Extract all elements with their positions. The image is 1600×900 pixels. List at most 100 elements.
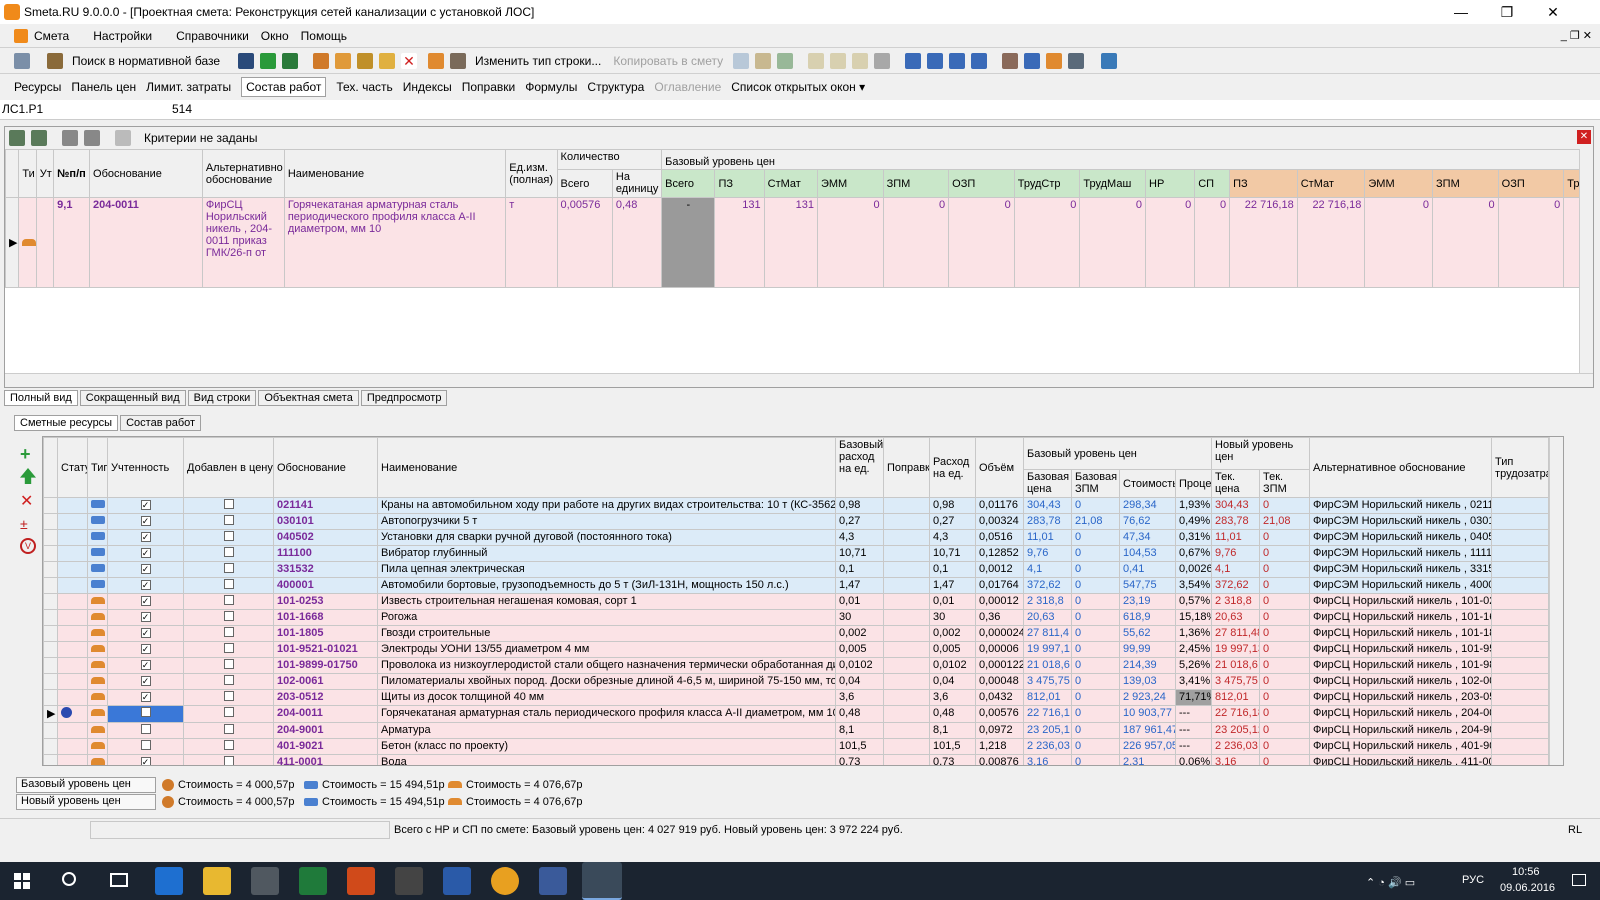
smeta-icon[interactable] xyxy=(582,862,622,900)
col-base-trudmash[interactable]: ТрудМаш xyxy=(1079,169,1146,198)
pc-icon[interactable] xyxy=(830,52,847,69)
tab-estimate-resources[interactable]: Сметные ресурсы xyxy=(14,415,119,431)
nc-icon[interactable] xyxy=(808,52,825,69)
col-res-name[interactable]: Наименование xyxy=(377,437,836,498)
col-base-zpm[interactable]: ЗПМ xyxy=(882,169,950,198)
hammer-icon[interactable] xyxy=(1002,52,1019,69)
accounted-cell[interactable]: ✓ xyxy=(107,593,184,610)
added-cell[interactable] xyxy=(183,561,274,578)
vertical-scrollbar[interactable] xyxy=(1579,149,1593,373)
plus-minus-icon[interactable]: ± xyxy=(20,516,36,532)
accounted-cell[interactable]: ✓ xyxy=(107,529,184,546)
accounted-cell[interactable]: ✓ xyxy=(107,497,184,514)
accounted-checkbox[interactable]: ✓ xyxy=(140,596,151,606)
tab-indices[interactable]: Индексы xyxy=(403,80,452,94)
accounted-checkbox[interactable]: ✓ xyxy=(140,692,151,702)
col-type[interactable]: Ти xyxy=(18,149,37,198)
tab-short-view[interactable]: Сокращенный вид xyxy=(79,390,186,406)
added-cell[interactable] xyxy=(183,609,274,626)
tab-object-estimate[interactable]: Объектная смета xyxy=(258,390,359,406)
col-res-type[interactable]: Тип xyxy=(87,437,108,498)
col-status[interactable]: Статус xyxy=(57,437,88,498)
col-cur-zpm[interactable]: Тек. ЗПМ xyxy=(1259,469,1311,498)
accounted-cell[interactable] xyxy=(107,705,184,723)
edge-icon[interactable] xyxy=(155,867,183,895)
menu-settings[interactable]: Настройки xyxy=(93,29,152,43)
added-cell[interactable] xyxy=(183,689,274,706)
col-new-zpm[interactable]: ЗПМ xyxy=(1432,169,1499,198)
indent-icon[interactable] xyxy=(905,52,922,69)
word-icon[interactable] xyxy=(443,867,471,895)
accounted-cell[interactable]: ✓ xyxy=(107,577,184,594)
added-checkbox[interactable] xyxy=(223,499,234,509)
cell-value-input[interactable]: 514 xyxy=(172,102,192,116)
table-row[interactable]: ✓ 111100 Вибратор глубинный 10,71 10,71 0,128… xyxy=(43,545,1550,562)
added-cell[interactable] xyxy=(183,593,274,610)
col-base-ozp[interactable]: ОЗП xyxy=(948,169,1015,198)
added-checkbox[interactable] xyxy=(223,691,234,701)
notifications-icon[interactable] xyxy=(1572,874,1586,886)
table-row[interactable]: 204-9001 Арматура 8,1 8,1 0,0972 23 205,1 0 187… xyxy=(43,722,1550,739)
col-qty-total[interactable]: Всего xyxy=(556,169,613,198)
added-cell[interactable] xyxy=(183,513,274,530)
col-qty-per-unit[interactable]: На единицу xyxy=(611,169,663,198)
expand-icon[interactable] xyxy=(9,130,25,146)
accounted-checkbox[interactable]: ✓ xyxy=(140,757,151,765)
added-cell[interactable] xyxy=(183,625,274,642)
added-checkbox[interactable] xyxy=(223,659,234,669)
paste-icon[interactable] xyxy=(755,52,772,69)
hp-icon[interactable] xyxy=(852,52,869,69)
tool-icon[interactable] xyxy=(313,52,330,69)
col-base-emm[interactable]: ЭММ xyxy=(816,169,884,198)
table-row[interactable]: ✓ 102-0061 Пиломатериалы хвойных пород. До… xyxy=(43,673,1550,690)
col-name[interactable]: Наименование xyxy=(283,149,507,198)
col-volume[interactable]: Объём xyxy=(975,437,1024,498)
table-row[interactable]: ✓ 040502 Установки для сварки ручной дугов… xyxy=(43,529,1550,546)
col-new-stmat[interactable]: СтМат xyxy=(1296,169,1366,198)
added-cell[interactable] xyxy=(183,641,274,658)
col-base-trudstr[interactable]: ТрудСтр xyxy=(1013,169,1081,198)
tab-resources[interactable]: Ресурсы xyxy=(14,80,61,94)
store-icon[interactable] xyxy=(251,867,279,895)
list-align-icon[interactable] xyxy=(971,52,988,69)
table-row[interactable]: 401-9021 Бетон (класс по проекту) 101,5 101… xyxy=(43,738,1550,755)
refresh-icon[interactable] xyxy=(260,52,277,69)
added-cell[interactable] xyxy=(183,738,274,755)
accounted-checkbox[interactable]: ✓ xyxy=(140,516,151,526)
accounted-checkbox[interactable]: ✓ xyxy=(140,628,151,638)
copy-icon[interactable] xyxy=(733,52,750,69)
col-unit[interactable]: Ед.изм. (полная) xyxy=(505,149,558,198)
close-panel-icon[interactable]: ✕ xyxy=(1577,130,1591,144)
col-cur-price[interactable]: Тек. цена xyxy=(1211,469,1261,498)
table-row[interactable]: ✓ 030101 Автопогрузчики 5 т 0,27 0,27 0,00324… xyxy=(43,513,1550,530)
menu-references[interactable]: Справочники xyxy=(176,29,249,43)
accounted-checkbox[interactable]: ✓ xyxy=(140,676,151,686)
change-type-button[interactable]: Изменить тип строки... xyxy=(475,54,601,68)
col-ut[interactable]: Ут xyxy=(35,149,55,198)
app-icon[interactable] xyxy=(539,867,567,895)
menu-smeta[interactable]: Смета xyxy=(34,29,69,43)
start-icon[interactable] xyxy=(14,873,30,889)
tab-row-view[interactable]: Вид строки xyxy=(187,390,257,406)
table-row[interactable]: ✓ 101-1805 Гвозди строительные 0,002 0,002 0,… xyxy=(43,625,1550,642)
tab-limits[interactable]: Лимит. затраты xyxy=(146,80,231,94)
added-checkbox[interactable] xyxy=(223,627,234,637)
accounted-cell[interactable]: ✓ xyxy=(107,641,184,658)
col-cost[interactable]: Стоимость xyxy=(1119,469,1176,498)
tab-formulas[interactable]: Формулы xyxy=(525,80,577,94)
clock-date[interactable]: 09.06.2016 xyxy=(1500,882,1555,894)
added-checkbox[interactable] xyxy=(223,675,234,685)
task-view-icon[interactable] xyxy=(110,873,128,887)
accounted-checkbox[interactable]: ✓ xyxy=(140,612,151,622)
resource-icon[interactable] xyxy=(335,52,352,69)
powerpoint-icon[interactable] xyxy=(347,867,375,895)
tab-open-windows[interactable]: Список открытых окон ▾ xyxy=(731,80,865,94)
col-base-stmat[interactable]: СтМат xyxy=(763,169,818,198)
keyboard-lang[interactable]: РУС xyxy=(1462,874,1484,886)
accounted-checkbox[interactable] xyxy=(140,724,151,734)
collapse-icon[interactable] xyxy=(31,130,47,146)
added-cell[interactable] xyxy=(183,673,274,690)
col-new-ozp[interactable]: ОЗП xyxy=(1497,169,1565,198)
search-icon[interactable] xyxy=(62,872,76,886)
outdent-icon[interactable] xyxy=(927,52,944,69)
